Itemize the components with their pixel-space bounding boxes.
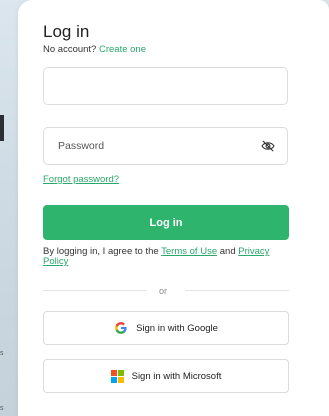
- password-placeholder: Password: [58, 140, 105, 152]
- terms-of-use-link[interactable]: Terms of Use: [161, 246, 217, 257]
- no-account-label: No account?: [43, 44, 97, 55]
- background-artifact: s: [0, 350, 4, 357]
- password-field[interactable]: Password: [43, 127, 288, 165]
- email-field[interactable]: [43, 67, 288, 105]
- terms-text: By logging in, I agree to the Terms of U…: [43, 247, 293, 267]
- terms-mid: and: [217, 246, 239, 257]
- create-account-link[interactable]: Create one: [99, 44, 146, 55]
- microsoft-signin-button[interactable]: Sign in with Microsoft: [43, 359, 289, 393]
- forgot-password-link[interactable]: Forgot password?: [43, 174, 119, 185]
- login-title: Log in: [43, 22, 90, 41]
- google-signin-button[interactable]: Sign in with Google: [43, 311, 289, 345]
- no-account-text: No account? Create one: [43, 44, 146, 55]
- google-signin-label: Sign in with Google: [136, 322, 218, 334]
- divider-left: [43, 290, 147, 291]
- google-icon: [115, 322, 127, 334]
- divider-right: [185, 290, 289, 291]
- microsoft-signin-label: Sign in with Microsoft: [131, 370, 222, 382]
- background-sliver: [0, 115, 4, 141]
- or-separator: or: [159, 286, 168, 296]
- login-card: Log in No account? Create one Password F…: [18, 0, 329, 416]
- background-artifact: s: [0, 405, 4, 412]
- microsoft-icon: [110, 369, 124, 383]
- login-button[interactable]: Log in: [43, 205, 289, 240]
- eye-slash-icon[interactable]: [261, 140, 275, 152]
